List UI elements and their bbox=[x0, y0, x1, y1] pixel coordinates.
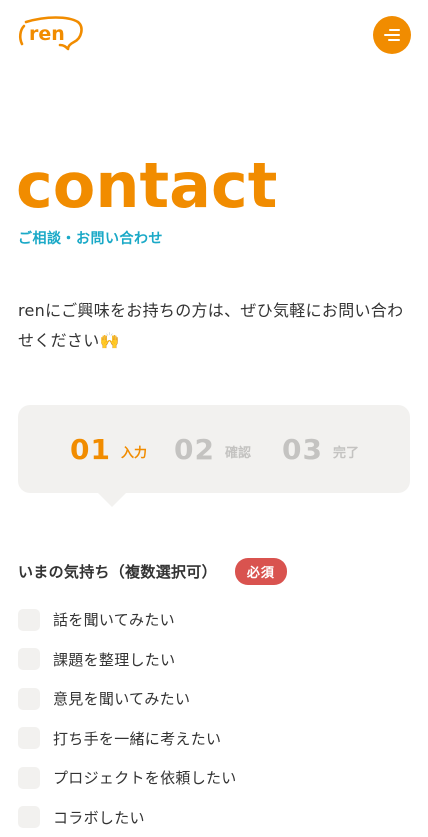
step-number: 01 bbox=[70, 433, 111, 466]
option-checkbox[interactable] bbox=[18, 688, 40, 710]
option-checkbox[interactable] bbox=[18, 806, 40, 828]
step-input: 01 入力 bbox=[70, 431, 147, 467]
option-label[interactable]: プロジェクトを依頼したい bbox=[53, 767, 237, 788]
option-label[interactable]: コラボしたい bbox=[53, 807, 145, 828]
site-header: ren bbox=[0, 0, 428, 70]
ren-logo-mark: ren bbox=[16, 14, 84, 54]
hamburger-line-icon bbox=[384, 34, 400, 36]
ren-logo[interactable]: ren bbox=[16, 14, 84, 54]
raised-hands-icon: 🙌 bbox=[100, 331, 120, 350]
list-item[interactable]: プロジェクトを依頼したい bbox=[18, 758, 410, 798]
step-label: 完了 bbox=[333, 442, 359, 461]
question-heading: いまの気持ち（複数選択可） 必須 bbox=[18, 558, 287, 585]
required-badge: 必須 bbox=[235, 558, 287, 585]
step-label: 入力 bbox=[121, 442, 147, 461]
feeling-options-list: 話を聞いてみたい 課題を整理したい 意見を聞いてみたい 打ち手を一緒に考えたい … bbox=[18, 600, 410, 837]
step-complete: 03 完了 bbox=[282, 431, 359, 467]
form-steps-indicator: 01 入力 02 確認 03 完了 bbox=[18, 405, 410, 493]
list-item[interactable]: 課題を整理したい bbox=[18, 640, 410, 680]
hamburger-line-icon bbox=[389, 29, 400, 31]
page-subtitle: ご相談・お問い合わせ bbox=[18, 228, 163, 248]
step-number: 03 bbox=[282, 433, 323, 466]
option-checkbox[interactable] bbox=[18, 609, 40, 631]
question-label: いまの気持ち（複数選択可） bbox=[18, 561, 217, 582]
option-label[interactable]: 打ち手を一緒に考えたい bbox=[53, 728, 221, 749]
intro-text: renにご興味をお持ちの方は、ぜひ気軽にお問い合わせください🙌 bbox=[18, 296, 413, 356]
option-checkbox[interactable] bbox=[18, 767, 40, 789]
list-item[interactable]: 意見を聞いてみたい bbox=[18, 679, 410, 719]
logo-text: ren bbox=[29, 23, 65, 45]
option-label[interactable]: 意見を聞いてみたい bbox=[53, 688, 190, 709]
page-title: contact bbox=[16, 148, 277, 224]
intro-message: renにご興味をお持ちの方は、ぜひ気軽にお問い合わせください bbox=[18, 301, 403, 350]
step-number: 02 bbox=[174, 433, 215, 466]
option-label[interactable]: 話を聞いてみたい bbox=[53, 609, 175, 630]
option-checkbox[interactable] bbox=[18, 648, 40, 670]
hamburger-line-icon bbox=[388, 39, 400, 41]
option-checkbox[interactable] bbox=[18, 727, 40, 749]
step-label: 確認 bbox=[225, 442, 251, 461]
list-item[interactable]: 話を聞いてみたい bbox=[18, 600, 410, 640]
list-item[interactable]: 打ち手を一緒に考えたい bbox=[18, 719, 410, 759]
option-label[interactable]: 課題を整理したい bbox=[53, 649, 175, 670]
hamburger-menu-button[interactable] bbox=[373, 16, 411, 54]
list-item[interactable]: コラボしたい bbox=[18, 798, 410, 837]
step-confirm: 02 確認 bbox=[174, 431, 251, 467]
